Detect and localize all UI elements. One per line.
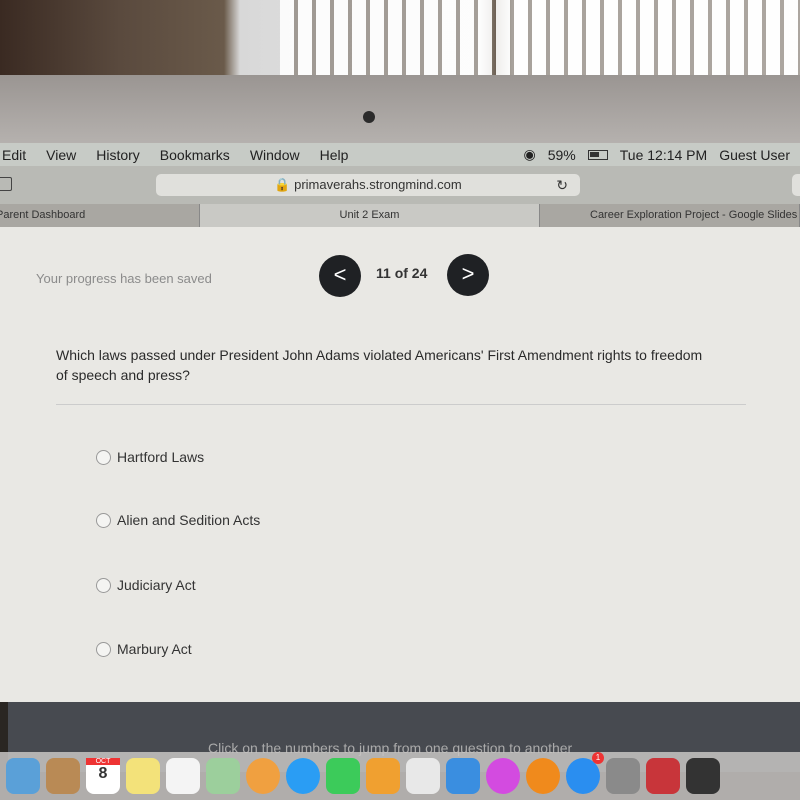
radio-button[interactable] [96,577,111,593]
option-alien-sedition[interactable]: Alien and Sedition Acts [96,512,260,528]
calendar-month: OCT [86,758,120,765]
dock-garageband-icon[interactable] [686,758,720,794]
dock-maps-icon[interactable] [206,758,240,794]
dock-photo-booth-icon[interactable] [646,758,680,794]
question-text: Which laws passed under President John A… [56,347,703,383]
browser-toolbar: 🔒 primaverahs.strongmind.com ↻ [0,166,800,204]
dock-calendar-icon[interactable]: OCT 8 [86,758,120,794]
menu-bookmarks[interactable]: Bookmarks [150,147,240,163]
reload-icon[interactable]: ↻ [556,174,568,196]
menu-edit[interactable]: Edit [0,147,36,163]
dock-system-preferences-icon[interactable] [606,758,640,794]
dock-app-store-icon[interactable]: 1 [566,752,604,794]
tab-career-exploration[interactable]: Career Exploration Project - Google Slid… [540,204,800,227]
option-judiciary-act[interactable]: Judiciary Act [96,577,196,593]
radio-button[interactable] [96,449,111,465]
divider [56,404,746,405]
exam-page: Your progress has been saved < 11 of 24 … [0,227,800,702]
dock-facetime-icon[interactable] [326,758,360,794]
previous-question-button[interactable]: < [319,255,361,297]
calendar-day: 8 [98,765,108,782]
option-label: Marbury Act [117,641,192,657]
option-hartford-laws[interactable]: Hartford Laws [96,449,204,465]
tab-label: Parent Dashboard [0,209,86,221]
dock-numbers-icon[interactable] [406,758,440,794]
option-label: Judiciary Act [117,577,196,593]
dock-notes-icon[interactable] [126,758,160,794]
next-question-button[interactable]: > [447,254,489,296]
battery-percent: 59% [547,146,576,163]
dock-messages-icon[interactable] [286,758,320,794]
user-menu[interactable]: Guest User [719,147,790,163]
menu-window[interactable]: Window [240,147,310,163]
dock: OCT 8 1 [0,752,800,800]
tab-unit-2-exam[interactable]: Unit 2 Exam [200,204,540,227]
dock-pages-icon[interactable] [366,758,400,794]
option-marbury-act[interactable]: Marbury Act [96,641,192,657]
menu-bar: Edit View History Bookmarks Window Help … [0,143,800,166]
camera [363,111,375,123]
dock-itunes-icon[interactable] [486,758,520,794]
dock-ibooks-icon[interactable] [526,758,560,794]
dock-preview-icon[interactable] [6,758,40,794]
notification-badge: 1 [592,752,604,764]
toolbar-button[interactable] [792,174,800,196]
address-bar[interactable]: 🔒 primaverahs.strongmind.com ↻ [156,174,580,196]
window-blinds [280,0,800,78]
question-counter: 11 of 24 [376,265,428,281]
url-text: primaverahs.strongmind.com [294,177,462,192]
clock[interactable]: Tue 12:14 PM [620,147,707,163]
tab-parent-dashboard[interactable]: Parent Dashboard [0,204,200,227]
laptop-bezel [0,75,800,143]
dock-photos-icon[interactable] [246,758,280,794]
background-photo [0,0,800,78]
dock-reminders-icon[interactable] [166,758,200,794]
tab-label: Career Exploration Project - Google Slid… [590,209,798,221]
lock-icon: 🔒 [274,177,291,192]
menu-help[interactable]: Help [310,147,359,163]
tab-bar: Parent Dashboard Unit 2 Exam Career Expl… [0,204,800,227]
wifi-icon[interactable]: ◉ [524,146,536,163]
radio-button[interactable] [96,512,111,528]
tab-label: Unit 2 Exam [339,209,400,221]
sidebar-toggle-icon[interactable] [0,177,12,191]
menu-view[interactable]: View [36,147,86,163]
dock-contacts-icon[interactable] [46,758,80,794]
option-label: Hartford Laws [117,449,205,465]
save-status: Your progress has been saved [36,271,212,286]
option-label: Alien and Sedition Acts [117,512,261,528]
menu-history[interactable]: History [86,147,150,163]
battery-icon[interactable] [587,149,608,160]
radio-button[interactable] [96,641,111,657]
dock-keynote-icon[interactable] [446,758,480,794]
